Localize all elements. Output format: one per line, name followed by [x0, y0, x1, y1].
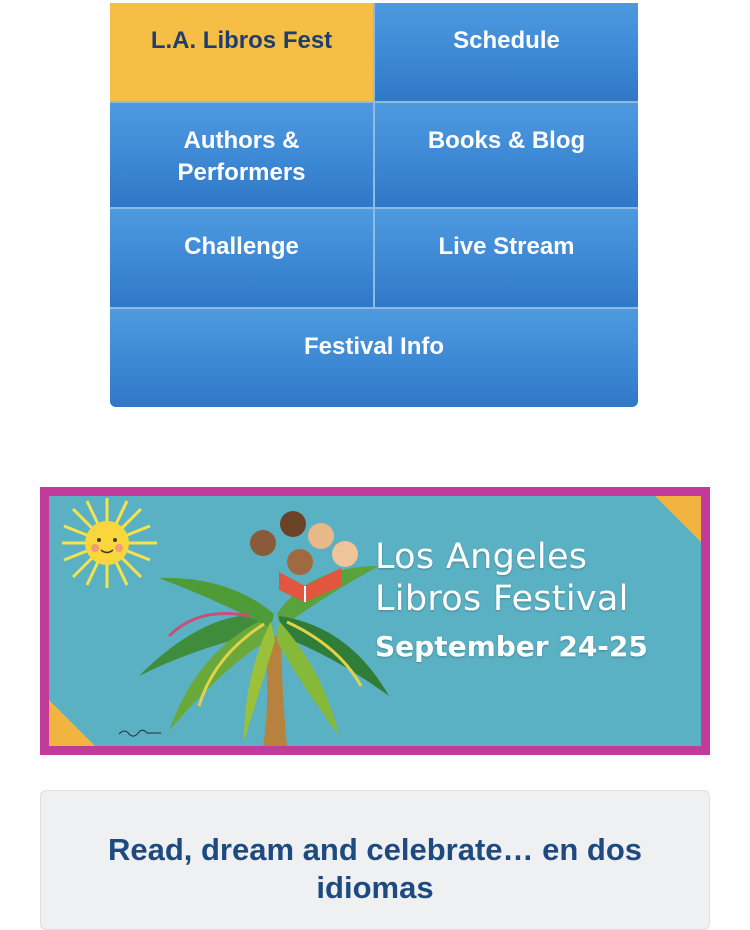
festival-banner[interactable]: Los Angeles Libros Festival September 24… [40, 487, 710, 755]
nav-item-label: Live Stream [438, 233, 575, 260]
nav-item-live-stream[interactable]: Live Stream [375, 209, 638, 307]
nav-item-books-blog[interactable]: Books & Blog [375, 103, 638, 207]
banner-corner-accent [49, 700, 95, 746]
festival-nav-menu: L.A. Libros Fest Schedule Authors & Perf… [110, 3, 638, 407]
tagline-card: Read, dream and celebrate… en dos idioma… [40, 790, 710, 930]
kids-reading-illustration [250, 511, 358, 602]
nav-item-la-libros-fest[interactable]: L.A. Libros Fest [110, 3, 373, 101]
nav-item-label-line2: Performers [177, 159, 306, 186]
banner-headline: Los Angeles Libros Festival September 24… [375, 536, 648, 666]
nav-item-authors-performers[interactable]: Authors & Performers [110, 103, 373, 207]
sun-illustration [62, 498, 157, 588]
banner-corner-accent [655, 496, 701, 542]
tagline-heading: Read, dream and celebrate… en dos idioma… [107, 832, 643, 905]
nav-item-schedule[interactable]: Schedule [375, 3, 638, 101]
nav-item-challenge[interactable]: Challenge [110, 209, 373, 307]
banner-dates: September 24-25 [375, 630, 648, 663]
banner-artwork: Los Angeles Libros Festival September 24… [49, 496, 701, 746]
banner-title-line1: Los Angeles [375, 537, 588, 577]
nav-item-label: Challenge [184, 233, 299, 260]
nav-item-label: Books & Blog [427, 127, 586, 154]
palm-tree-illustration [139, 566, 389, 746]
banner-title-line2: Libros Festival [375, 579, 629, 619]
nav-item-label: Festival Info [303, 333, 445, 360]
nav-item-festival-info[interactable]: Festival Info [110, 309, 638, 407]
nav-item-label: Schedule [453, 27, 560, 54]
artist-signature [118, 729, 161, 737]
nav-item-label: L.A. Libros Fest [150, 27, 333, 54]
nav-item-label-line1: Authors & [183, 127, 300, 154]
